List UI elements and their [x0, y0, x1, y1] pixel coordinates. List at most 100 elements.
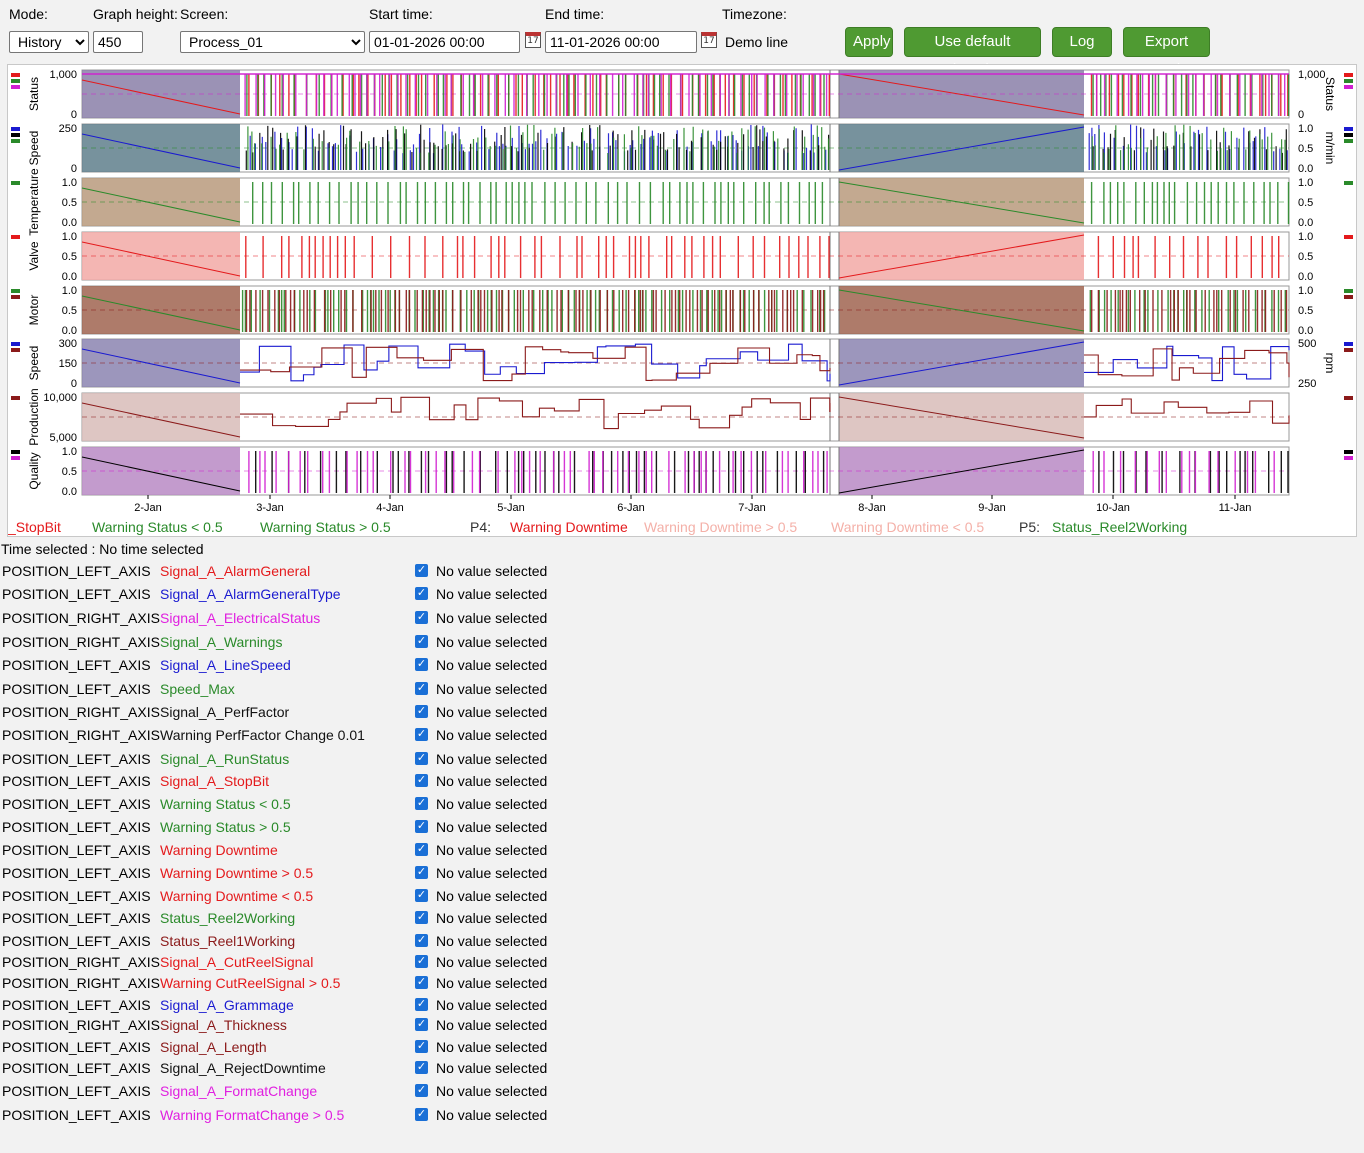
- signal-checkbox[interactable]: ✓: [415, 1018, 428, 1031]
- signal-checkbox[interactable]: ✓: [415, 564, 428, 577]
- signal-checkbox[interactable]: ✓: [415, 820, 428, 833]
- signal-name[interactable]: Signal_A_Thickness: [160, 1017, 287, 1033]
- signal-name[interactable]: Status_Reel1Working: [160, 933, 295, 949]
- signal-name[interactable]: Signal_A_RunStatus: [160, 751, 289, 767]
- screen-select[interactable]: Process_01: [180, 31, 365, 53]
- signal-checkbox[interactable]: ✓: [415, 934, 428, 947]
- signal-name[interactable]: Warning Downtime > 0.5: [160, 865, 313, 881]
- y-tick-label-right: 0: [1298, 109, 1304, 121]
- x-tick-label: 9-Jan: [978, 502, 1006, 514]
- signal-name[interactable]: Signal_A_AlarmGeneral: [160, 563, 310, 579]
- signal-checkbox[interactable]: ✓: [415, 955, 428, 968]
- series-color-marker: [11, 396, 20, 400]
- y-tick-label: 1.0: [62, 231, 77, 243]
- signal-checkbox[interactable]: ✓: [415, 911, 428, 924]
- signal-checkbox[interactable]: ✓: [415, 728, 428, 741]
- y-tick-label-right: 0.5: [1298, 197, 1313, 209]
- signal-checkbox[interactable]: ✓: [415, 1040, 428, 1053]
- y-tick-label: 10,000: [43, 392, 77, 404]
- signal-checkbox[interactable]: ✓: [415, 797, 428, 810]
- signal-checkbox[interactable]: ✓: [415, 889, 428, 902]
- time-selected-text: Time selected : No time selected: [1, 541, 204, 557]
- multi-panel-chart[interactable]: Status 1,000 0 1,000 0 Status Speed 250 0 1.0 0.5 0…: [7, 64, 1357, 537]
- signal-checkbox[interactable]: ✓: [415, 587, 428, 600]
- shaded-range: [82, 393, 240, 441]
- signal-checkbox[interactable]: ✓: [415, 705, 428, 718]
- x-tick-label: 4-Jan: [376, 502, 404, 514]
- signal-name[interactable]: Signal_A_Grammage: [160, 997, 294, 1013]
- signal-checkbox[interactable]: ✓: [415, 843, 428, 856]
- y-axis-label: Status: [27, 77, 41, 111]
- end-time-input[interactable]: [545, 31, 697, 53]
- signal-name[interactable]: Signal_A_PerfFactor: [160, 704, 289, 720]
- signal-name[interactable]: Warning Downtime < 0.5: [160, 888, 313, 904]
- signal-name[interactable]: Warning PerfFactor Change 0.01: [160, 727, 365, 743]
- signal-name[interactable]: Signal_A_Length: [160, 1039, 267, 1055]
- signal-row: POSITION_LEFT_AXIS Signal_A_RunStatus ✓ No …: [0, 749, 700, 771]
- signal-row: POSITION_LEFT_AXIS Warning Downtime ✓ No va…: [0, 840, 700, 862]
- signal-name[interactable]: Status_Reel2Working: [160, 910, 295, 926]
- signal-axis: POSITION_LEFT_AXIS: [2, 933, 151, 949]
- signal-row: POSITION_LEFT_AXIS Signal_A_AlarmGeneralT…: [0, 584, 700, 606]
- y-tick-label: 0.0: [62, 325, 77, 337]
- signal-checkbox[interactable]: ✓: [415, 998, 428, 1011]
- y-tick-label-right: 1,000: [1298, 69, 1326, 81]
- x-tick-label: 3-Jan: [256, 502, 284, 514]
- signal-name[interactable]: Warning FormatChange > 0.5: [160, 1107, 344, 1123]
- signal-name[interactable]: Warning Downtime: [160, 842, 278, 858]
- y-axis-label: Quality: [27, 452, 41, 489]
- signal-checkbox[interactable]: ✓: [415, 1108, 428, 1121]
- signal-name[interactable]: Signal_A_Warnings: [160, 634, 282, 650]
- signal-checkbox[interactable]: ✓: [415, 976, 428, 989]
- signal-name[interactable]: Signal_A_RejectDowntime: [160, 1060, 326, 1076]
- y-axis-label-right: m/min: [1323, 132, 1337, 165]
- signal-checkbox[interactable]: ✓: [415, 611, 428, 624]
- signal-checkbox[interactable]: ✓: [415, 658, 428, 671]
- signal-row: POSITION_LEFT_AXIS Status_Reel2Working ✓ No…: [0, 908, 700, 930]
- logout-button[interactable]: Log out: [1052, 27, 1112, 78]
- signal-name[interactable]: Signal_A_StopBit: [160, 773, 269, 789]
- apply-button[interactable]: Apply: [845, 27, 893, 57]
- signal-name[interactable]: Speed_Max: [160, 681, 235, 697]
- series-color-marker: [11, 127, 20, 131]
- signal-name[interactable]: Signal_A_ElectricalStatus: [160, 610, 320, 626]
- signal-name[interactable]: Signal_A_LineSpeed: [160, 657, 291, 673]
- series-color-marker: [1344, 181, 1353, 185]
- mode-select[interactable]: History: [9, 31, 89, 53]
- signal-row: POSITION_LEFT_AXIS Signal_A_LineSpeed ✓ No …: [0, 655, 700, 677]
- y-tick-label: 5,000: [49, 432, 77, 444]
- shaded-range: [82, 447, 240, 495]
- signal-checkbox[interactable]: ✓: [415, 866, 428, 879]
- signal-axis: POSITION_RIGHT_AXIS: [2, 704, 160, 720]
- x-tick-label: 10-Jan: [1096, 502, 1130, 514]
- series-color-marker: [1344, 295, 1353, 299]
- y-axis-label-right: Status: [1323, 77, 1337, 111]
- use-default-domain-button[interactable]: Use default domain: [904, 27, 1041, 78]
- x-tick-label: 5-Jan: [497, 502, 525, 514]
- series-color-marker: [1344, 289, 1353, 293]
- signal-name[interactable]: Warning Status > 0.5: [160, 819, 291, 835]
- signal-checkbox[interactable]: ✓: [415, 635, 428, 648]
- signal-value: No value selected: [436, 819, 548, 835]
- signal-checkbox[interactable]: ✓: [415, 752, 428, 765]
- signal-row: POSITION_LEFT_AXIS Warning Downtime < 0.5…: [0, 886, 700, 908]
- start-calendar-icon[interactable]: 17: [525, 32, 541, 48]
- signal-checkbox[interactable]: ✓: [415, 1061, 428, 1074]
- end-calendar-icon[interactable]: 17: [701, 32, 717, 48]
- signal-checkbox[interactable]: ✓: [415, 774, 428, 787]
- signal-checkbox[interactable]: ✓: [415, 1084, 428, 1097]
- signal-name[interactable]: Warning CutReelSignal > 0.5: [160, 975, 340, 991]
- start-time-input[interactable]: [369, 31, 520, 53]
- signal-value: No value selected: [436, 634, 548, 650]
- series-color-marker: [11, 85, 20, 89]
- signal-name[interactable]: Warning Status < 0.5: [160, 796, 291, 812]
- signal-name[interactable]: Signal_A_CutReelSignal: [160, 954, 313, 970]
- graph-height-input[interactable]: [93, 31, 143, 53]
- y-axis-label: Speed: [27, 346, 41, 381]
- y-tick-label: 1,000: [49, 69, 77, 81]
- signal-checkbox[interactable]: ✓: [415, 682, 428, 695]
- signal-name[interactable]: Signal_A_AlarmGeneralType: [160, 586, 341, 602]
- signal-value: No value selected: [436, 1017, 548, 1033]
- signal-name[interactable]: Signal_A_FormatChange: [160, 1083, 317, 1099]
- export-tool-button[interactable]: Export Tool: [1123, 27, 1210, 78]
